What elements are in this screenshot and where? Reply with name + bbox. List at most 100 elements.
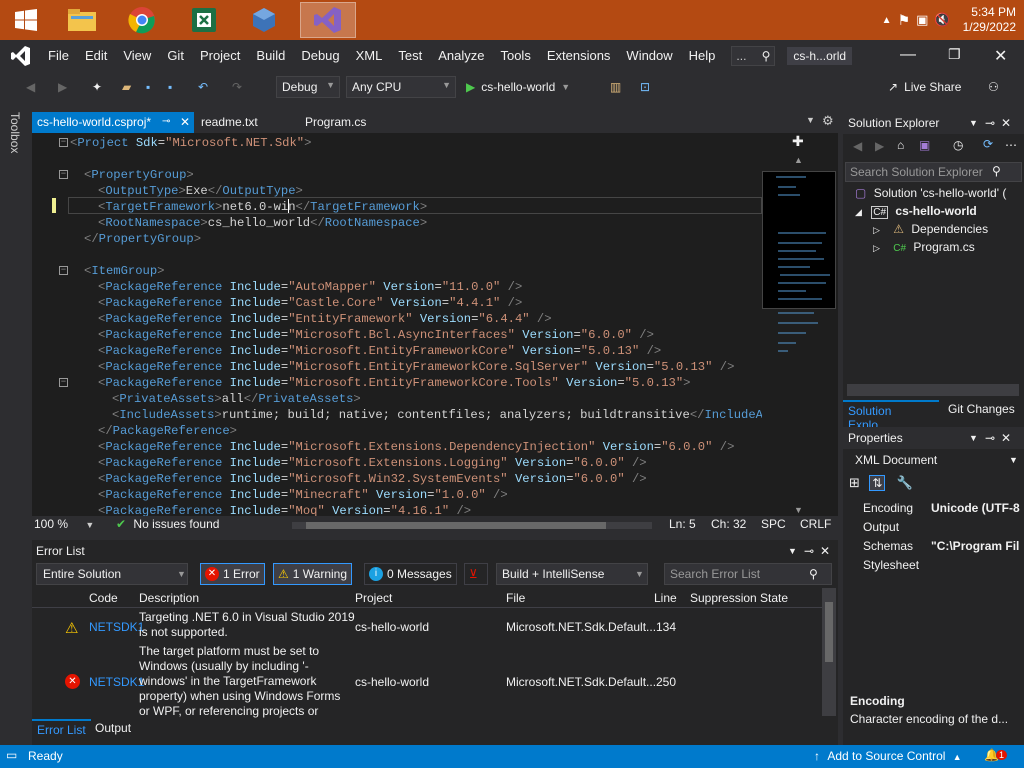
- more-icon[interactable]: ⋯: [1005, 138, 1017, 152]
- errors-filter-button[interactable]: ✕ 1 Error: [200, 563, 265, 585]
- taskbar-clock[interactable]: 5:34 PM 1/29/2022: [963, 5, 1016, 35]
- col-line[interactable]: Line: [654, 591, 677, 605]
- navigate-forward-icon[interactable]: ▶: [58, 77, 67, 97]
- solution-search-input[interactable]: Search Solution Explorer ( ⚲: [845, 162, 1022, 182]
- close-icon[interactable]: ✕: [1001, 427, 1011, 449]
- menu-analyze[interactable]: Analyze: [430, 40, 492, 72]
- solution-configuration-dropdown[interactable]: Debug ▼: [276, 76, 340, 98]
- tab-program[interactable]: Program.cs: [300, 112, 400, 133]
- chevron-down-icon[interactable]: ▼: [969, 427, 978, 449]
- chevron-down-icon[interactable]: ▼: [788, 540, 797, 562]
- error-search-input[interactable]: Search Error List ⚲: [664, 563, 832, 585]
- col-suppression-state[interactable]: Suppression State: [690, 591, 788, 605]
- fold-toggle-icon[interactable]: −: [59, 378, 68, 387]
- categorized-icon[interactable]: ⊞: [849, 475, 860, 490]
- error-scope-dropdown[interactable]: Entire Solution ▼: [36, 563, 188, 585]
- line-number[interactable]: Ln: 5: [669, 517, 696, 531]
- menu-extensions[interactable]: Extensions: [539, 40, 619, 72]
- volume-muted-icon[interactable]: 🔇: [934, 12, 950, 28]
- col-description[interactable]: Description: [139, 591, 199, 605]
- property-row[interactable]: Stylesheet: [843, 556, 1024, 575]
- tree-item-solution[interactable]: ▢ Solution 'cs-hello-world' (: [855, 186, 1006, 200]
- windows-start-icon[interactable]: [0, 2, 52, 38]
- menu-tools[interactable]: Tools: [492, 40, 538, 72]
- property-row[interactable]: Output: [843, 518, 1024, 537]
- pin-icon[interactable]: ⊸: [804, 540, 814, 562]
- col-code[interactable]: Code: [89, 591, 118, 605]
- solution-horizontal-scrollbar[interactable]: [847, 384, 1019, 396]
- vs-switch-views-icon[interactable]: ▣: [919, 138, 930, 152]
- line-ending-mode[interactable]: CRLF: [800, 517, 831, 531]
- notifications-button[interactable]: 🔔 1: [984, 748, 1008, 762]
- minimap-scrollbar[interactable]: ✚ ▲ ▼: [762, 133, 838, 516]
- feedback-icon[interactable]: ⚇: [988, 77, 999, 97]
- save-icon[interactable]: ▪: [146, 77, 150, 97]
- maximize-button[interactable]: ❐: [948, 46, 961, 63]
- pin-icon[interactable]: ⊸: [985, 112, 995, 134]
- menu-help[interactable]: Help: [681, 40, 724, 72]
- split-icon[interactable]: ✚: [792, 133, 804, 150]
- horizontal-scroll-thumb[interactable]: [306, 522, 606, 529]
- file-explorer-icon[interactable]: [56, 2, 108, 38]
- solution-explorer-tab[interactable]: Solution Explo...: [843, 400, 939, 432]
- menu-xml[interactable]: XML: [348, 40, 391, 72]
- menu-project[interactable]: Project: [192, 40, 248, 72]
- alphabetical-icon[interactable]: ⇅: [869, 475, 886, 491]
- close-icon[interactable]: ✕: [820, 540, 830, 562]
- git-changes-tab[interactable]: Git Changes: [945, 400, 1018, 422]
- start-debugging-button[interactable]: ▶ cs-hello-world ▼: [466, 77, 570, 97]
- toolbox-tab[interactable]: Toolbox: [8, 112, 22, 153]
- menu-window[interactable]: Window: [618, 40, 680, 72]
- save-all-icon[interactable]: ▪: [168, 77, 172, 97]
- excel-icon[interactable]: [178, 2, 230, 38]
- undo-icon[interactable]: ↶: [198, 77, 208, 97]
- minimize-button[interactable]: —: [900, 46, 916, 64]
- property-pages-icon[interactable]: 🔧: [897, 475, 913, 490]
- warnings-filter-button[interactable]: ⚠ 1 Warning: [273, 563, 353, 585]
- menu-git[interactable]: Git: [159, 40, 192, 72]
- source-control-button[interactable]: ↑ Add to Source Control ▲: [814, 749, 962, 763]
- menu-test[interactable]: Test: [390, 40, 430, 72]
- build-filter-dropdown[interactable]: Build + IntelliSense ▼: [496, 563, 648, 585]
- navigate-back-icon[interactable]: ◀: [26, 77, 35, 97]
- property-row[interactable]: Schemas "C:\Program Fil: [843, 537, 1024, 556]
- menu-view[interactable]: View: [115, 40, 159, 72]
- tree-item-dependencies[interactable]: ▷ ⚠ Dependencies: [873, 222, 988, 236]
- back-icon[interactable]: ◀: [853, 139, 862, 153]
- menu-file[interactable]: File: [40, 40, 77, 72]
- col-file[interactable]: File: [506, 591, 525, 605]
- error-list-tab[interactable]: Error List: [32, 719, 91, 741]
- tab-csproj[interactable]: cs-hello-world.csproj* ⊸ ✕: [32, 112, 194, 133]
- scroll-up-icon[interactable]: ▲: [794, 155, 803, 165]
- error-list-scroll-thumb[interactable]: [825, 602, 833, 662]
- close-window-button[interactable]: ✕: [994, 46, 1007, 66]
- property-row[interactable]: Encoding Unicode (UTF-8: [843, 499, 1024, 518]
- tab-overflow-icon[interactable]: ▼: [806, 115, 815, 125]
- output-tab[interactable]: Output: [90, 719, 136, 741]
- close-tab-icon[interactable]: ✕: [180, 112, 190, 132]
- close-icon[interactable]: ✕: [1001, 112, 1011, 134]
- column-number[interactable]: Ch: 32: [711, 517, 746, 531]
- scroll-down-icon[interactable]: ▼: [794, 505, 803, 515]
- flag-icon[interactable]: ⚑: [898, 12, 911, 29]
- error-row[interactable]: ⚠ NETSDK1 Targeting .NET 6.0 in Visual Stu…: [32, 610, 822, 644]
- menu-edit[interactable]: Edit: [77, 40, 115, 72]
- menu-debug[interactable]: Debug: [293, 40, 347, 72]
- pin-icon[interactable]: ⊸: [162, 112, 170, 132]
- code-editor[interactable]: − <Project Sdk="Microsoft.NET.Sdk"> − <Prop…: [32, 133, 762, 516]
- messages-filter-button[interactable]: i 0 Messages: [364, 563, 457, 585]
- vs-search-box[interactable]: ... ⚲: [731, 46, 776, 66]
- browser-link-icon[interactable]: ⊡: [640, 77, 650, 97]
- refresh-icon[interactable]: ⟳: [983, 137, 993, 151]
- solution-explorer-icon[interactable]: ▥: [610, 77, 621, 97]
- col-project[interactable]: Project: [355, 591, 392, 605]
- fold-toggle-icon[interactable]: −: [59, 170, 68, 179]
- tree-item-project[interactable]: ◢ C# cs-hello-world: [855, 204, 977, 219]
- redo-icon[interactable]: ↷: [232, 77, 242, 97]
- zoom-level-dropdown[interactable]: 100 % ▼: [34, 517, 94, 531]
- tray-chevron-icon[interactable]: ▲: [882, 15, 892, 26]
- forward-icon[interactable]: ▶: [875, 139, 884, 153]
- fold-toggle-icon[interactable]: −: [59, 138, 68, 147]
- menu-build[interactable]: Build: [248, 40, 293, 72]
- horizontal-scrollbar[interactable]: [292, 522, 652, 529]
